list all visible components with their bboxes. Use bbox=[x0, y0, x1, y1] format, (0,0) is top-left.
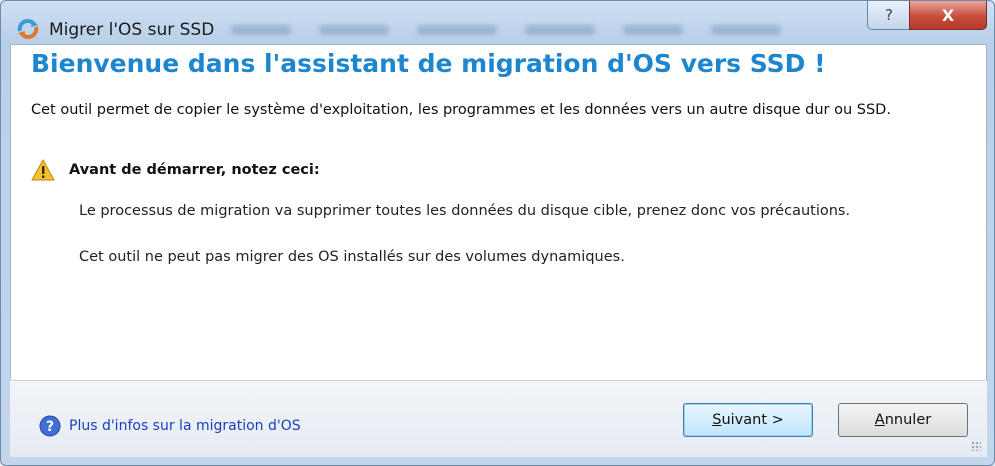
wizard-heading: Bienvenue dans l'assistant de migration … bbox=[31, 49, 826, 78]
warning-title: Avant de démarrer, notez ceci: bbox=[69, 162, 320, 178]
next-button-accelerator: S bbox=[712, 412, 722, 428]
close-button[interactable]: X bbox=[909, 1, 987, 30]
close-icon: X bbox=[941, 5, 955, 25]
warning-row: Avant de démarrer, notez ceci: bbox=[31, 159, 320, 181]
next-button[interactable]: Suivant > bbox=[683, 403, 813, 437]
migrate-os-dialog: Migrer l'OS sur SSD ? X Bienvenue dans l… bbox=[0, 0, 995, 466]
resize-grip[interactable] bbox=[971, 441, 981, 451]
dialog-footer: ? Plus d'infos sur la migration d'OS Sui… bbox=[10, 380, 987, 457]
cancel-button-accelerator: A bbox=[874, 412, 885, 428]
cancel-button[interactable]: Annuler bbox=[838, 403, 968, 437]
note-data-deletion: Le processus de migration va supprimer t… bbox=[79, 203, 851, 219]
note-dynamic-volumes: Cet outil ne peut pas migrer des OS inst… bbox=[79, 249, 625, 265]
question-circle-icon: ? bbox=[39, 415, 61, 437]
more-info-link-label: Plus d'infos sur la migration d'OS bbox=[69, 418, 301, 434]
help-button[interactable]: ? bbox=[867, 1, 911, 30]
help-icon: ? bbox=[885, 6, 893, 24]
window-title: Migrer l'OS sur SSD bbox=[49, 20, 215, 40]
svg-text:?: ? bbox=[46, 419, 54, 435]
background-menu-blur bbox=[231, 25, 844, 35]
more-info-link[interactable]: ? Plus d'infos sur la migration d'OS bbox=[39, 415, 301, 437]
cancel-button-label: nnuler bbox=[884, 412, 932, 428]
migrate-os-icon bbox=[17, 19, 39, 39]
intro-text: Cet outil permet de copier le système d'… bbox=[31, 102, 891, 118]
warning-icon bbox=[31, 159, 55, 181]
title-bar[interactable]: Migrer l'OS sur SSD ? X bbox=[1, 1, 994, 40]
next-button-label: uivant > bbox=[721, 412, 784, 428]
